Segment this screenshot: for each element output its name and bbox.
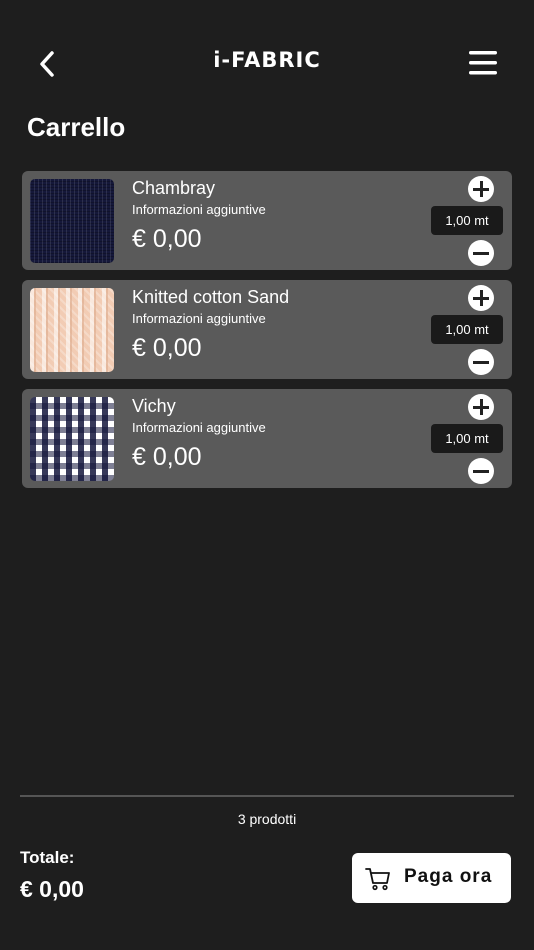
item-price: € 0,00 [132, 225, 202, 253]
item-price: € 0,00 [132, 443, 202, 471]
item-info-link[interactable]: Informazioni aggiuntive [132, 311, 266, 326]
quantity-value: 1,00 mt [431, 424, 503, 453]
cart-item: Knitted cotton Sand Informazioni aggiunt… [22, 280, 512, 379]
increase-quantity-button[interactable] [468, 285, 494, 311]
pay-now-button[interactable]: Paga ora [352, 853, 511, 903]
decrease-quantity-button[interactable] [468, 240, 494, 266]
item-info-link[interactable]: Informazioni aggiuntive [132, 202, 266, 217]
cart-item: Vichy Informazioni aggiuntive € 0,00 1,0… [22, 389, 512, 488]
pay-now-label: Paga ora [404, 866, 493, 887]
fabric-thumbnail[interactable] [30, 288, 114, 372]
hamburger-menu-icon [469, 51, 497, 75]
app-logo: i-FABRIC [213, 48, 321, 72]
item-name: Chambray [132, 178, 216, 198]
total-value: € 0,00 [20, 876, 84, 902]
decrease-quantity-button[interactable] [468, 458, 494, 484]
cart-item: Chambray Informazioni aggiuntive € 0,00 … [22, 171, 512, 270]
decrease-quantity-button[interactable] [468, 349, 494, 375]
app-header: i-FABRIC [0, 0, 534, 120]
fabric-thumbnail[interactable] [30, 179, 114, 263]
product-count: 3 prodotti [237, 811, 297, 827]
increase-quantity-button[interactable] [468, 394, 494, 420]
item-name: Vichy [132, 396, 176, 416]
item-name: Knitted cotton Sand [132, 287, 290, 307]
quantity-value: 1,00 mt [431, 315, 503, 344]
quantity-value: 1,00 mt [431, 206, 503, 235]
cart-list: Chambray Informazioni aggiuntive € 0,00 … [22, 171, 512, 498]
menu-button[interactable] [468, 49, 498, 77]
total-label: Totale: [20, 848, 75, 867]
page-title: Carrello [27, 112, 126, 142]
item-info-link[interactable]: Informazioni aggiuntive [132, 420, 266, 435]
footer-divider [20, 795, 514, 797]
shopping-cart-icon [365, 868, 390, 891]
fabric-thumbnail[interactable] [30, 397, 114, 481]
increase-quantity-button[interactable] [468, 176, 494, 202]
item-price: € 0,00 [132, 334, 202, 362]
